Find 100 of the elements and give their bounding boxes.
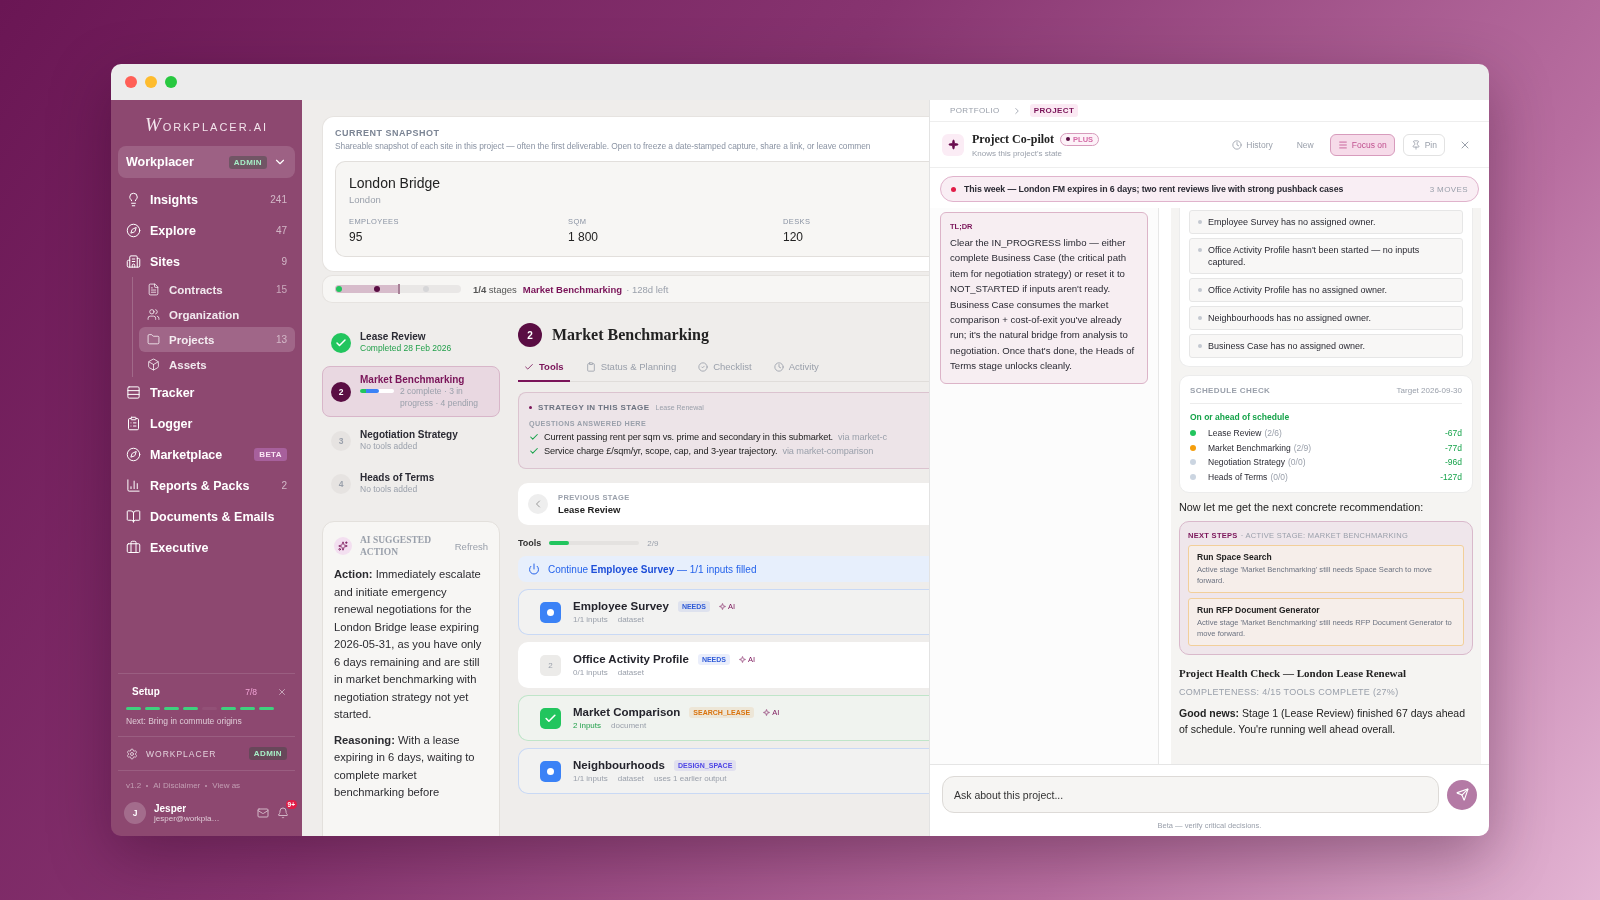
beta-badge: BETA [254, 448, 287, 461]
tool-meta: 1/1 inputs [573, 774, 608, 783]
stage-progress-count: (0/0) [1270, 471, 1288, 482]
tool-meta: uses 1 earlier output [653, 774, 727, 783]
mail-icon[interactable] [257, 807, 269, 819]
chat-message: Now let me get the next concrete recommendation: [1179, 501, 1425, 513]
settings-icon[interactable] [126, 747, 138, 760]
stage-name: Market Benchmarking [1208, 442, 1291, 453]
nav-item[interactable]: Documents & Emails [118, 501, 295, 532]
nav-item[interactable]: Organization [139, 302, 295, 327]
days-delta: -127d [1440, 471, 1462, 482]
health-summary: Good news: Stage 1 (Lease Review) finished 67 days ahead of schedule. You're running well ahead overall. [1179, 706, 1466, 737]
sparkles-icon [334, 537, 352, 555]
user-email: jesper@workpla… [154, 814, 221, 823]
tool-name: Office Activity Profile [573, 653, 689, 665]
stage-item[interactable]: Lease Review Completed 28 Feb 2026 [322, 323, 500, 362]
stat-value: 120 [783, 230, 805, 244]
admin-badge: ADMIN [248, 747, 287, 760]
nav-item[interactable]: Insights 241 [118, 184, 295, 215]
nav-item[interactable]: Tracker [118, 377, 295, 408]
tool-name: Neighbourhoods [573, 759, 665, 771]
rows-icon [126, 385, 141, 400]
stage-progress [360, 389, 394, 393]
pin-icon [1410, 139, 1421, 150]
stage-title: Lease Review [360, 331, 427, 342]
book-icon [126, 509, 141, 524]
send-button[interactable] [1447, 779, 1477, 810]
admin-badge: ADMIN [228, 155, 267, 169]
setup-title: Setup [131, 686, 160, 697]
clock-icon [1232, 139, 1243, 150]
stage-subtitle: No tools added [360, 483, 419, 495]
nav-item[interactable]: Projects 13 [139, 327, 295, 352]
panel-title: Project Co-pilot [972, 131, 1055, 147]
header-button[interactable]: Focus on [1329, 133, 1395, 156]
stage-number: 3 [331, 430, 351, 451]
window-close-button[interactable] [125, 76, 137, 88]
nav-item[interactable]: Sites 9 [118, 246, 295, 277]
tool-name: Employee Survey [573, 600, 669, 612]
menu-icon [1337, 139, 1348, 150]
window-zoom-button[interactable] [165, 76, 177, 88]
stage-title: Negotiation Strategy [360, 429, 458, 440]
suggestion-text: Reasoning: With a lease expiring in 6 days, waiting to complete market benchmarking before [334, 732, 476, 800]
bar-chart-icon [126, 478, 141, 493]
tool-meta: 0/1 inputs [573, 668, 608, 677]
briefcase-icon [126, 540, 141, 555]
compass-icon [126, 223, 141, 238]
moves-count: 3 MOVES [1429, 184, 1468, 194]
nav-item[interactable]: Contracts 15 [139, 277, 295, 302]
strategy-title: STRATEGY IN THIS STAGE [538, 403, 650, 412]
issue-item: Office Activity Profile hasn't been started — no inputs captured. [1189, 238, 1463, 274]
check-circle-icon [698, 361, 709, 372]
alert-text: This week — London FM expires in 6 days; two rent reviews live with strong pushback cases [964, 184, 1345, 194]
tab[interactable]: Tools [518, 361, 570, 382]
close-icon[interactable] [277, 686, 287, 697]
nav-item[interactable]: Reports & Packs 2 [118, 470, 295, 501]
stage-title: Heads of Terms [360, 472, 435, 483]
health-check-title: Project Health Check — London Lease Renewal [1179, 667, 1408, 679]
stage-heading: Market Benchmarking [552, 326, 709, 344]
question-text: Current passing rent per sqm vs. prime and secondary in this submarket. [544, 432, 834, 442]
stage-item[interactable]: 4 Heads of Terms No tools added [322, 464, 500, 503]
tldr-text: Clear the IN_PROGRESS limbo — either complete Business Case (the critical path item for negotiation strategy) or reset it to NOT_STARTED if inputs aren't ready. Business Case consumes the market comparison + cost-of-exit you've already run; it's the natural bridge from analysis to negotiation. Once that's done, the Heads of Terms stage unlocks cleanly. [950, 236, 1136, 374]
stage-name: Negotiation Strategy [1208, 457, 1286, 468]
section-title: CURRENT SNAPSHOT [335, 128, 441, 138]
cube-icon [147, 358, 160, 371]
stage-subtitle: Completed 28 Feb 2026 [360, 342, 452, 354]
breadcrumb-link[interactable]: PROJECT [1029, 104, 1079, 117]
previous-stage-name: Lease Review [558, 504, 622, 515]
stage-name: Lease Review [1208, 428, 1262, 439]
stage-name: Heads of Terms [1208, 471, 1268, 482]
days-delta: -67d [1445, 428, 1462, 439]
schedule-title: SCHEDULE CHECK [1190, 386, 1271, 395]
nav-item[interactable]: Executive [118, 532, 295, 563]
schedule-target: Target 2026-09-30 [1396, 386, 1462, 395]
message-input[interactable]: Ask about this project... [942, 776, 1439, 813]
stage-item[interactable]: 3 Negotiation Strategy No tools added [322, 421, 500, 460]
issue-item: Office Activity Profile has no assigned owner. [1189, 278, 1463, 302]
power-icon [528, 563, 540, 575]
continue-banner[interactable]: Continue Employee Survey — 1/1 inputs filled [518, 556, 929, 582]
back-button[interactable] [528, 494, 548, 514]
check-icon [540, 707, 561, 729]
send-icon [1455, 788, 1469, 801]
stage-subtitle: No tools added [360, 440, 419, 452]
stage-progress-count: (2/9) [1293, 442, 1312, 453]
issue-item: Neighbourhoods has no assigned owner. [1189, 306, 1463, 330]
nav-item[interactable]: Explore 47 [118, 215, 295, 246]
stat-value: 95 [349, 230, 364, 244]
bell-icon[interactable] [277, 807, 289, 819]
site-city: London [349, 194, 382, 205]
sparkle-icon [942, 133, 964, 156]
stage-title: Market Benchmarking [360, 374, 466, 385]
nav-item[interactable]: Logger [118, 408, 295, 439]
nav-item[interactable]: Marketplace BETA [118, 439, 295, 470]
tool-meta: dataset [617, 668, 644, 677]
nav-item[interactable]: Assets [139, 352, 295, 377]
org-name: WORKPLACER [146, 748, 218, 759]
people-icon [147, 308, 160, 321]
tool-name: Market Comparison [573, 706, 681, 718]
folder-icon [147, 333, 160, 346]
tools-label: Tools [518, 538, 542, 548]
workspace-switcher[interactable]: Workplacer ADMIN [118, 146, 295, 178]
